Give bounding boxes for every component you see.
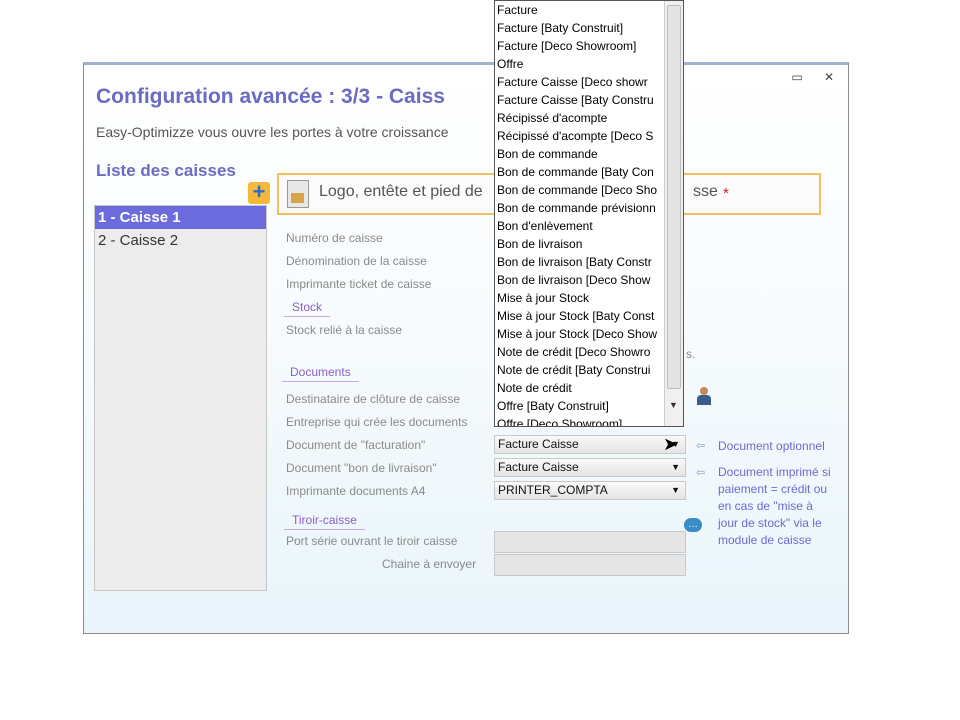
dropdown-option[interactable]: Note de crédit [Baty Construi [495, 361, 683, 379]
label-port-serie: Port série ouvrant le tiroir caisse [286, 534, 458, 548]
note-line: paiement = crédit ou [718, 482, 828, 496]
dropdown-option[interactable]: Bon de livraison [Baty Constr [495, 253, 683, 271]
note-line: module de caisse [718, 533, 812, 547]
note-line: Document imprimé si [718, 465, 831, 479]
group-stock: Stock [284, 300, 331, 317]
label-numero-caisse: Numéro de caisse [286, 231, 383, 245]
group-documents: Documents [282, 365, 359, 382]
dropdown-option[interactable]: Récipissé d'acompte [495, 109, 683, 127]
dropdown-option[interactable]: Mise à jour Stock [Deco Show [495, 325, 683, 343]
dropdown-option[interactable]: Bon de commande prévisionn [495, 199, 683, 217]
doc-facturation-value: Facture Caisse [498, 437, 579, 451]
add-caisse-button[interactable]: + [248, 179, 270, 204]
label-chaine: Chaine à envoyer [382, 557, 477, 571]
label-stock-relie: Stock relié à la caisse [286, 323, 403, 337]
doc-facturation-select[interactable]: Facture Caisse ▼ [494, 435, 686, 454]
dropdown-scrollbar[interactable]: ▼ [664, 1, 683, 426]
stock-partial-text: s. [686, 347, 696, 361]
document-icon [287, 180, 309, 208]
imprimante-a4-select[interactable]: PRINTER_COMPTA ▼ [494, 481, 686, 500]
dropdown-option[interactable]: Facture Caisse [Baty Constru [495, 91, 683, 109]
label-imprimante-a4: Imprimante documents A4 [286, 484, 426, 498]
dropdown-option[interactable]: Bon de commande [Deco Sho [495, 181, 683, 199]
dropdown-option[interactable]: Facture [Baty Construit] [495, 19, 683, 37]
dropdown-option[interactable]: Bon d'enlèvement [495, 217, 683, 235]
note-document-optionnel: Document optionnel [718, 439, 825, 453]
chevron-down-icon: ▼ [671, 485, 680, 495]
list-item-caisse-2[interactable]: 2 - Caisse 2 [95, 229, 266, 252]
user-icon[interactable] [697, 387, 711, 405]
dropdown-option[interactable]: Facture [Deco Showroom] [495, 37, 683, 55]
dropdown-option[interactable]: Bon de livraison [Deco Show [495, 271, 683, 289]
note-line: jour de stock" via le [718, 516, 822, 530]
dropdown-option[interactable]: Note de crédit [495, 379, 683, 397]
label-entreprise: Entreprise qui crée les documents [286, 415, 468, 429]
caisse-list: 1 - Caisse 1 2 - Caisse 2 [94, 205, 267, 591]
list-item-caisse-1[interactable]: 1 - Caisse 1 [95, 206, 266, 229]
dropdown-option[interactable]: Offre [Deco Showroom] [495, 415, 683, 426]
caisse-list-title: Liste des caisses [96, 161, 236, 180]
dropdown-option[interactable]: Bon de commande [Baty Con [495, 163, 683, 181]
page-subtitle: Easy-Optimizze vous ouvre les portes à v… [96, 124, 449, 140]
logo-box-label: Logo, entête et pied de [319, 183, 483, 200]
dropdown-option[interactable]: Offre [495, 55, 683, 73]
dropdown-option[interactable]: Note de crédit [Deco Showro [495, 343, 683, 361]
dropdown-option[interactable]: Bon de commande [495, 145, 683, 163]
group-tiroir-caisse: Tiroir-caisse [284, 513, 365, 530]
minimize-button[interactable]: ▭ [790, 71, 804, 83]
pointer-icon: ⇦ [696, 440, 706, 452]
note-document-imprime: Document imprimé si paiement = crédit ou… [718, 464, 831, 549]
help-bubble-icon[interactable]: … [684, 518, 702, 532]
dropdown-option[interactable]: Facture Caisse [Deco showr [495, 73, 683, 91]
dropdown-option[interactable]: Offre [Baty Construit] [495, 397, 683, 415]
chaine-input[interactable] [494, 554, 686, 576]
imprimante-a4-value: PRINTER_COMPTA [498, 483, 608, 497]
doc-bon-livraison-value: Facture Caisse [498, 460, 579, 474]
scrollbar-thumb[interactable] [667, 5, 681, 389]
plus-icon: + [252, 179, 266, 204]
dropdown-option[interactable]: Mise à jour Stock [Baty Const [495, 307, 683, 325]
label-denomination: Dénomination de la caisse [286, 254, 427, 268]
document-type-dropdown-list[interactable]: Facture Facture [Baty Construit] Facture… [494, 0, 684, 427]
doc-bon-livraison-select[interactable]: Facture Caisse ▼ [494, 458, 686, 477]
dropdown-option[interactable]: Récipissé d'acompte [Deco S [495, 127, 683, 145]
required-star: * [723, 185, 729, 202]
logo-box-label-tail: sse [693, 183, 718, 200]
port-serie-input[interactable] [494, 531, 686, 553]
page-title: Configuration avancée : 3/3 - Caiss [96, 85, 445, 108]
config-window: ▭ ✕ Configuration avancée : 3/3 - Caiss … [83, 62, 849, 634]
close-button[interactable]: ✕ [822, 71, 836, 83]
label-imprimante-ticket: Imprimante ticket de caisse [286, 277, 432, 291]
chevron-down-icon: ▼ [671, 462, 680, 472]
dropdown-option[interactable]: Facture [495, 1, 683, 19]
label-doc-bon-livraison: Document "bon de livraison" [286, 461, 437, 475]
scroll-down-icon[interactable]: ▼ [669, 400, 678, 410]
label-destinataire: Destinataire de clôture de caisse [286, 392, 461, 406]
dropdown-option[interactable]: Mise à jour Stock [495, 289, 683, 307]
label-doc-facturation: Document de "facturation" [286, 438, 426, 452]
pointer-icon: ⇦ [696, 467, 706, 479]
note-line: en cas de "mise à [718, 499, 813, 513]
mouse-cursor-icon: ➤ [663, 434, 679, 454]
dropdown-option[interactable]: Bon de livraison [495, 235, 683, 253]
